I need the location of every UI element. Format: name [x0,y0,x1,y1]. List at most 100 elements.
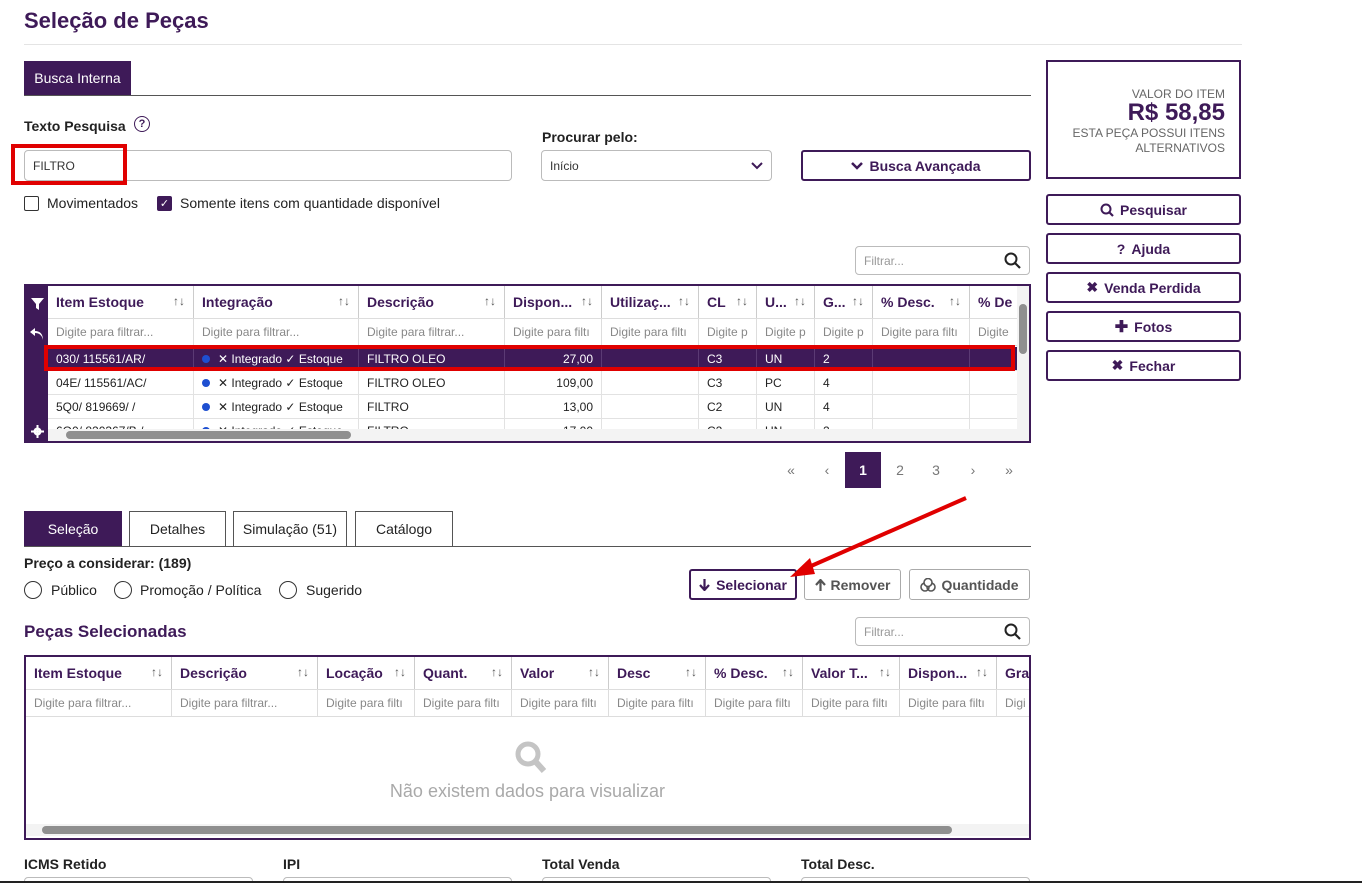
col-pct-desc[interactable]: % Desc. ↑↓ [873,286,970,318]
cell-descricao: FILTRO OLEO [359,371,505,394]
col-un[interactable]: U... ↑↓ [757,286,815,318]
scroll-thumb[interactable] [1019,304,1027,354]
filter-cell[interactable]: Digite para filtrar... [194,319,359,345]
question-icon: ? [1116,240,1126,257]
pager-page-3[interactable]: 3 [918,452,954,488]
filter-cell[interactable]: Digi [997,690,1029,716]
filter-cell[interactable]: Digite para filtı [512,690,609,716]
pesquisar-button[interactable]: Pesquisar [1046,194,1241,225]
pager-next[interactable]: › [955,452,991,488]
col-item-estoque[interactable]: Item Estoque ↑↓ [26,657,172,689]
col-locacao[interactable]: Locação ↑↓ [318,657,415,689]
col-item-estoque[interactable]: Item Estoque ↑↓ [48,286,194,318]
col-grupo[interactable]: Gra [997,657,1029,689]
filter-cell[interactable]: Digite para filtrar... [172,690,318,716]
somente-checkbox[interactable]: ✓ [157,196,172,211]
ipi-label: IPI [283,856,301,872]
filter-cell[interactable]: Digite para filtı [318,690,415,716]
advanced-search-button[interactable]: Busca Avançada [801,150,1031,181]
col-desc[interactable]: Desc ↑↓ [609,657,706,689]
results-vertical-scrollbar[interactable] [1017,286,1029,441]
cell-un: UN [757,347,815,370]
tab-selecao[interactable]: Seleção [24,511,122,546]
cell-dispon: 13,00 [505,395,602,418]
table-row[interactable]: 030/ 115561/AR/ ✕ Integrado ✓ Estoque FI… [48,347,1018,371]
filter-cell[interactable]: Digite para filtı [609,690,706,716]
table-row[interactable]: 5Q0/ 819669/ / ✕ Integrado ✓ Estoque FIL… [48,395,1018,419]
selected-filter-input[interactable]: Filtrar... [855,617,1030,646]
undo-icon[interactable] [29,326,45,342]
fechar-button[interactable]: ✖ Fechar [1046,350,1241,381]
filter-cell[interactable]: Digite p [757,319,815,345]
tab-detalhes[interactable]: Detalhes [129,511,226,546]
table-row[interactable]: 04E/ 115561/AC/ ✕ Integrado ✓ Estoque FI… [48,371,1018,395]
col-descricao[interactable]: Descrição ↑↓ [172,657,318,689]
filter-cell[interactable]: Digite para filtrar... [26,690,172,716]
pager-prev[interactable]: ‹ [809,452,845,488]
filter-cell[interactable]: Digite para filtı [505,319,602,345]
results-horizontal-scrollbar[interactable] [48,429,1017,441]
radio-publico-label: Público [51,582,97,598]
col-pct-desc[interactable]: % Desc. ↑↓ [706,657,803,689]
filter-cell[interactable]: Digite para filtı [873,319,970,345]
radio-promocao[interactable] [114,581,132,599]
somente-label: Somente itens com quantidade disponível [180,195,440,211]
col-cl[interactable]: CL ↑↓ [699,286,757,318]
col-integracao[interactable]: Integração ↑↓ [194,286,359,318]
gear-icon[interactable] [29,423,45,439]
tab-divider [24,95,1031,96]
cell-cl: C2 [699,395,757,418]
scroll-thumb[interactable] [66,431,351,439]
filter-icon[interactable] [29,296,45,312]
scroll-thumb[interactable] [42,826,952,834]
cell-utilizacao [602,347,699,370]
movimentados-checkbox[interactable] [24,196,39,211]
venda-perdida-button[interactable]: ✖ Venda Perdida [1046,272,1241,303]
filter-cell[interactable]: Digite para filtı [706,690,803,716]
fotos-button[interactable]: ✚ Fotos [1046,311,1241,342]
radio-sugerido[interactable] [279,581,297,599]
tab-catalogo[interactable]: Catálogo [355,511,453,546]
filter-cell[interactable]: Digite p [815,319,873,345]
col-disponivel[interactable]: Dispon... ↑↓ [900,657,997,689]
ajuda-button[interactable]: ? Ajuda [1046,233,1241,264]
selected-horizontal-scrollbar[interactable] [26,824,1029,836]
filter-cell[interactable]: Digite para filtı [602,319,699,345]
tab-busca-interna[interactable]: Busca Interna [24,61,131,95]
filter-cell[interactable]: Digite para filtı [803,690,900,716]
ajuda-label: Ajuda [1131,240,1171,257]
col-g[interactable]: G... ↑↓ [815,286,873,318]
pager-last[interactable]: » [991,452,1027,488]
selected-filter-placeholder: Filtrar... [864,624,905,639]
cell-descricao: FILTRO OLEO [359,347,505,370]
cell-desc [873,395,970,418]
filter-cell[interactable]: Digite para filtı [415,690,512,716]
filter-cell[interactable]: Digite para filtrar... [48,319,194,345]
value-note-line2: ALTERNATIVOS [1135,141,1225,155]
radio-publico[interactable] [24,581,42,599]
filter-cell[interactable]: Digite para filtrar... [359,319,505,345]
tab-simulacao[interactable]: Simulação (51) [233,511,347,546]
col-valor-total[interactable]: Valor T... ↑↓ [803,657,900,689]
selected-title: Peças Selecionadas [24,622,187,641]
filter-cell[interactable]: Digite p [699,319,757,345]
col-valor[interactable]: Valor ↑↓ [512,657,609,689]
filter-cell[interactable]: Digite para filtı [900,690,997,716]
col-descricao[interactable]: Descrição ↑↓ [359,286,505,318]
search-input[interactable]: FILTRO [24,150,512,181]
plus-icon: ✚ [1114,318,1129,336]
pager-page-1[interactable]: 1 [845,452,881,488]
col-quant[interactable]: Quant. ↑↓ [415,657,512,689]
help-icon[interactable]: ? [134,116,150,132]
value-card: VALOR DO ITEM R$ 58,85 ESTA PEÇA POSSUI … [1046,60,1241,179]
pager-first[interactable]: « [773,452,809,488]
col-disponivel[interactable]: Dispon... ↑↓ [505,286,602,318]
results-filter-input[interactable]: Filtrar... [855,246,1030,275]
col-utilizacao[interactable]: Utilizaç... ↑↓ [602,286,699,318]
arrow-down-icon [699,578,710,591]
search-icon [1004,252,1021,269]
cell-integracao: ✕ Integrado ✓ Estoque [194,371,359,394]
pager-page-2[interactable]: 2 [882,452,918,488]
procurar-select[interactable]: Início [541,150,772,181]
icms-label: ICMS Retido [24,856,107,872]
